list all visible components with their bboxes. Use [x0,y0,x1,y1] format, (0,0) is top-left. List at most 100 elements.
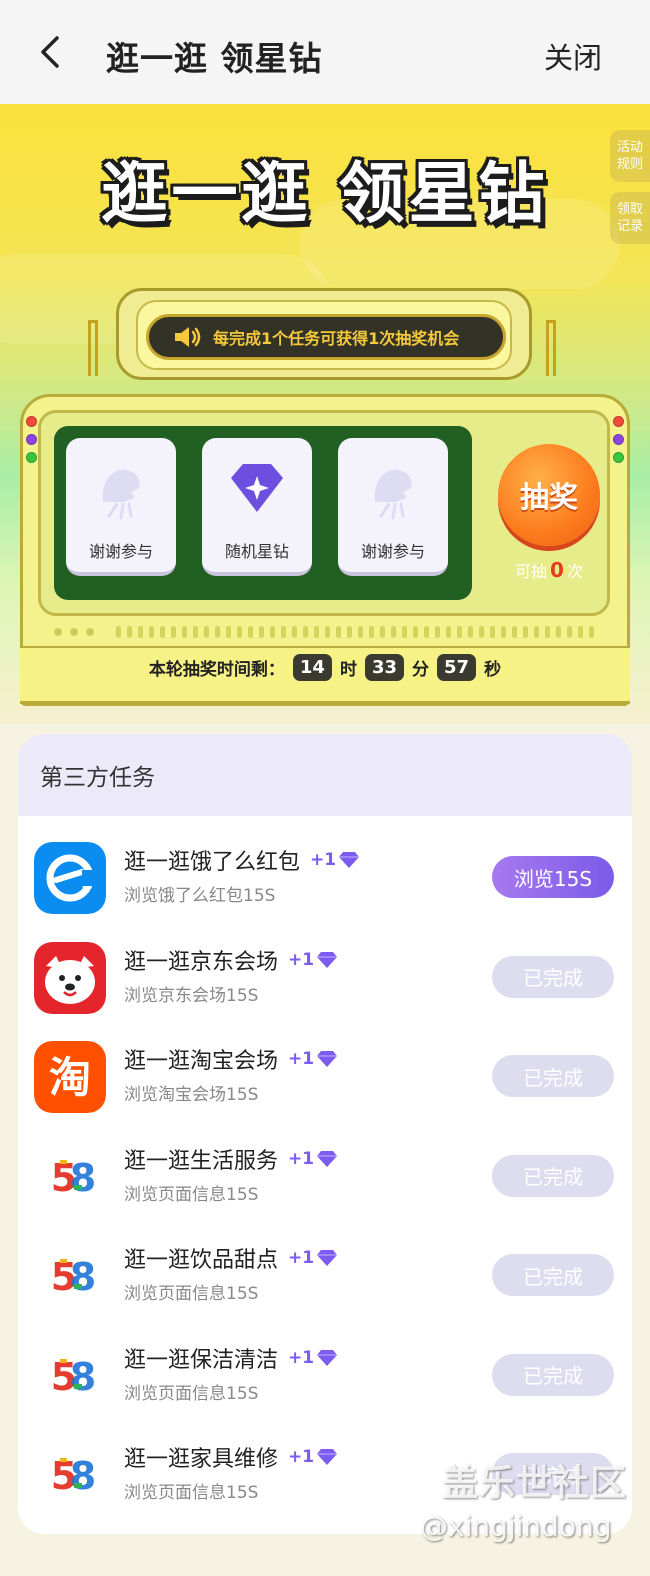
task-title-text: 逛一逛饿了么红包 [124,850,301,875]
prize-card: 随机星钻 [202,438,312,576]
timer-minutes: 33 [364,654,405,681]
reward-badge: +1 [288,1049,338,1069]
task-subtitle: 浏览页面信息15S [124,1284,259,1304]
page-title: 逛一逛 领星钻 [106,39,323,78]
task-title: 逛一逛淘宝会场 +1 [124,1043,338,1075]
diamond-icon [317,951,338,968]
machine-light [613,416,624,427]
svg-text:8: 8 [70,1156,96,1200]
timer-seconds: 57 [437,654,477,681]
diamond-icon [317,1051,338,1067]
draw-count: 可抽 0 次 [498,558,600,582]
task-title: 逛一逛饮品甜点 +1 [124,1242,338,1274]
notice-banner: 每完成1个任务可获得1次抽奖机会 [146,314,506,360]
58-logo: 58 [34,1140,106,1213]
task-action-button[interactable]: 已完成 [492,1055,614,1097]
task-subtitle: 浏览淘宝会场15S [124,1085,259,1105]
countdown-timer: 本轮抽奖时间剩： 14 时 33 分 57 秒 [0,654,650,681]
task-title-text: 逛一逛饮品甜点 [124,1248,279,1273]
task-title: 逛一逛家具维修 +1 [124,1441,338,1473]
diamond-icon [317,1150,338,1167]
reward-amount: +1 [288,1148,315,1169]
prize-card-label: 谢谢参与 [88,542,153,561]
task-subtitle: 浏览页面信息15S [124,1383,259,1404]
task-subtitle: 浏览饿了么红包15S [124,886,276,906]
task-panel: 第三方任务 逛一逛饿了么红包 +1 浏览饿了么红包15S 浏览15S 逛一逛京东会场 +1… [18,734,632,1534]
task-subtitle: 浏览京东会场15S [124,985,259,1006]
prize-card-label: 谢谢参与 [360,542,425,561]
task-subtitle: 浏览页面信息15S [124,1184,259,1205]
reward-amount: +1 [288,1447,315,1467]
58-logo: 58 [34,1439,106,1511]
task-title-text: 逛一逛保洁清洁 [124,1347,279,1373]
reward-amount: +1 [288,949,315,970]
reward-amount: +1 [288,1248,315,1268]
machine-light [26,434,37,445]
timer-label: 本轮抽奖时间剩： [148,660,285,680]
task-title-text: 逛一逛家具维修 [124,1447,279,1472]
timer-seconds-unit: 秒 [484,660,502,680]
thanks-icon [102,469,140,520]
taobao-logo: 淘 [34,1041,106,1113]
reward-amount: +1 [310,850,337,870]
machine-light [26,452,37,463]
reward-badge: +1 [288,1248,338,1268]
activity-rules-tab[interactable]: 活动 规则 [610,130,650,182]
machine-vent-strip [54,626,594,638]
prize-card-label: 随机星钻 [224,542,289,561]
chevron-left-icon [41,36,59,68]
task-title: 逛一逛保洁清洁 +1 [124,1342,338,1374]
svg-text:8: 8 [70,1255,96,1299]
task-subtitle: 浏览页面信息15S [124,1483,259,1503]
task-title: 逛一逛饿了么红包 +1 [124,844,360,876]
machine-post [546,320,556,376]
task-title-text: 逛一逛生活服务 [124,1148,279,1174]
reward-amount: +1 [288,1049,315,1069]
task-row: 5 8 逛一逛保洁清洁 +1 浏览页面信息15S 已完成 [18,1332,632,1432]
watermark-text: 盖乐世社区 [442,1463,628,1504]
draw-count-prefix: 可抽 [515,562,548,581]
task-action-button[interactable]: 已完成 [492,955,614,998]
timer-minutes-unit: 分 [412,660,430,680]
reward-badge: +1 [288,950,338,970]
diamond-icon [317,1250,338,1266]
reward-badge: +1 [288,1149,338,1169]
task-action-button[interactable]: 已完成 [492,1154,614,1197]
task-row: 5 8 逛一逛生活服务 +1 浏览页面信息15S 已完成 [18,1133,632,1233]
reward-badge: +1 [288,1447,338,1467]
58-logo: 58 [34,1339,106,1412]
hero-title: 逛一逛 领星钻 [101,155,549,232]
watermark-handle: @xingjindong [420,1510,612,1543]
task-title: 逛一逛京东会场 +1 [124,944,338,976]
task-action-button[interactable]: 已完成 [492,1254,614,1296]
back-button[interactable] [30,30,70,74]
machine-light [613,452,624,463]
notice-text: 每完成1个任务可获得1次抽奖机会 [213,329,460,348]
task-action-button[interactable]: 浏览15S [492,856,614,898]
task-action-button[interactable]: 已完成 [492,1353,614,1396]
diamond-icon [317,1449,338,1465]
draw-button[interactable]: 抽奖 [498,444,600,546]
svg-text:8: 8 [70,1454,96,1498]
eleme-logo [34,842,106,914]
machine-post [88,320,98,376]
machine-light [613,434,624,445]
top-navigation-bar: 逛一逛 领星钻 关闭 [0,0,650,104]
timer-hours: 14 [292,654,332,681]
section-title: 第三方任务 [18,734,632,816]
jd-logo [34,941,106,1014]
draw-count-suffix: 次 [566,562,583,581]
58-logo: 58 [34,1240,106,1312]
reward-badge: +1 [288,1348,338,1368]
diamond-icon [317,1349,338,1366]
task-row: 5 8 逛一逛饮品甜点 +1 浏览页面信息15S 已完成 [18,1232,632,1332]
prize-card: 谢谢参与 [338,438,448,576]
prize-card: 谢谢参与 [66,438,176,576]
timer-hours-unit: 时 [339,660,357,680]
speaker-icon [175,327,201,347]
claim-records-tab[interactable]: 领取 记录 [610,192,650,244]
svg-text:淘: 淘 [49,1053,91,1102]
task-row: 淘 逛一逛淘宝会场 +1 浏览淘宝会场15S 已完成 [18,1033,632,1133]
thanks-icon [374,469,412,520]
close-button[interactable]: 关闭 [544,35,602,77]
